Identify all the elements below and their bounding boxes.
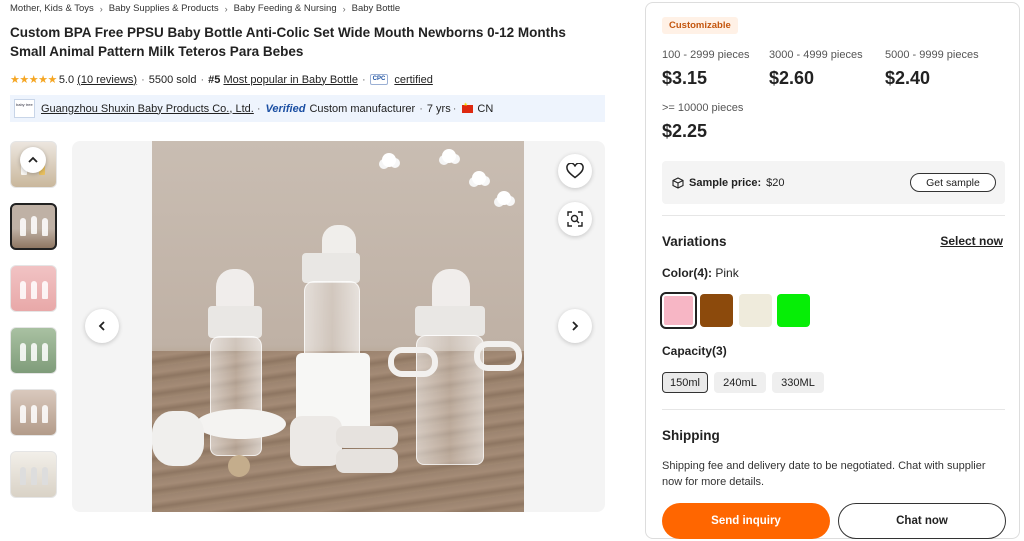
sold-count: 5500 sold [148, 73, 197, 86]
supplier-bar: baby tree Guangzhou Shuxin Baby Products… [10, 95, 605, 122]
previous-image-button[interactable] [85, 309, 119, 343]
thumbnail-3[interactable] [10, 265, 57, 312]
capacity-option-330ml[interactable]: 330ML [772, 372, 824, 393]
color-swatch-cream[interactable] [739, 294, 772, 327]
favorite-button[interactable] [558, 154, 592, 188]
price-tier-2: 3000 - 4999 pieces $2.60 [769, 49, 863, 88]
breadcrumb-item-mother-kids-toys[interactable]: Mother, Kids & Toys [10, 3, 94, 14]
breadcrumb: Mother, Kids & Toys › Baby Supplies & Pr… [10, 3, 400, 14]
chevron-right-icon: › [224, 3, 228, 14]
chat-now-button[interactable]: Chat now [838, 503, 1006, 539]
divider [662, 409, 1005, 410]
thumbnails-scroll-up-button[interactable] [20, 147, 46, 173]
shipping-title: Shipping [662, 428, 720, 443]
breadcrumb-item-baby-supplies[interactable]: Baby Supplies & Products [109, 3, 219, 14]
chevron-right-icon [572, 321, 579, 331]
send-inquiry-button[interactable]: Send inquiry [662, 503, 830, 539]
thumbnail-5[interactable] [10, 389, 57, 436]
chevron-up-icon [28, 156, 38, 163]
main-product-image-viewer [72, 141, 605, 512]
rating-value: 5.0 [58, 73, 75, 86]
color-swatch-brown[interactable] [700, 294, 733, 327]
breadcrumb-item-baby-feeding[interactable]: Baby Feeding & Nursing [234, 3, 337, 14]
next-image-button[interactable] [558, 309, 592, 343]
get-sample-button[interactable]: Get sample [910, 173, 996, 192]
product-photo [152, 141, 524, 512]
china-flag-icon [462, 102, 474, 113]
divider [662, 215, 1005, 216]
price-tier-1: 100 - 2999 pieces $3.15 [662, 49, 750, 88]
capacity-option-240ml[interactable]: 240mL [714, 372, 766, 393]
sample-price-label: Sample price: [689, 176, 762, 189]
star-rating-icon: ★★★★★ [10, 74, 57, 86]
selected-color: Pink [715, 266, 739, 280]
chevron-left-icon [98, 321, 105, 331]
verified-badge: Verified [265, 102, 306, 115]
supplier-type: Custom manufacturer [309, 102, 416, 115]
price-tier-3: 5000 - 9999 pieces $2.40 [885, 49, 979, 88]
capacity-option-150ml[interactable]: 150ml [662, 372, 708, 393]
thumbnail-4[interactable] [10, 327, 57, 374]
thumbnail-6[interactable] [10, 451, 57, 498]
select-now-link[interactable]: Select now [940, 234, 1003, 248]
capacity-label: Capacity(3) [662, 344, 727, 358]
breadcrumb-item-baby-bottle[interactable]: Baby Bottle [352, 3, 401, 14]
thumbnail-2[interactable] [10, 203, 57, 250]
color-label: Color(4): Pink [662, 266, 739, 280]
product-title: Custom BPA Free PPSU Baby Bottle Anti-Co… [10, 25, 566, 59]
rank-number: #5 [208, 73, 221, 86]
supplier-years: 7 yrs [426, 102, 451, 115]
cpc-badge-icon: CPC [369, 74, 389, 85]
heart-icon [566, 163, 584, 179]
image-search-icon [567, 211, 583, 227]
sample-price-value: $20 [766, 176, 785, 189]
reviews-link[interactable]: (10 reviews) [77, 74, 137, 86]
supplier-logo[interactable]: baby tree [14, 99, 35, 118]
shipping-description: Shipping fee and delivery date to be neg… [662, 460, 986, 488]
chevron-right-icon: › [99, 3, 103, 14]
supplier-country: CN [477, 102, 494, 115]
image-search-button[interactable] [558, 202, 592, 236]
supplier-name-link[interactable]: Guangzhou Shuxin Baby Products Co., Ltd. [41, 103, 254, 115]
certified-link[interactable]: certified [394, 74, 433, 86]
thumbnail-list [10, 141, 57, 513]
color-swatch-pink[interactable] [660, 292, 697, 329]
package-icon [672, 176, 684, 189]
price-tier-4: >= 10000 pieces $2.25 [662, 102, 744, 141]
rating-row: ★★★★★ 5.0 (10 reviews) · 5500 sold · #5 … [10, 73, 433, 87]
rank-link[interactable]: Most popular in Baby Bottle [223, 74, 358, 86]
purchase-panel: Customizable 100 - 2999 pieces $3.15 300… [645, 2, 1020, 539]
sample-price-box: Sample price: $20 Get sample [662, 161, 1005, 204]
chevron-right-icon: › [342, 3, 346, 14]
variations-title: Variations [662, 234, 727, 249]
color-swatch-green[interactable] [777, 294, 810, 327]
customizable-badge: Customizable [662, 17, 738, 34]
